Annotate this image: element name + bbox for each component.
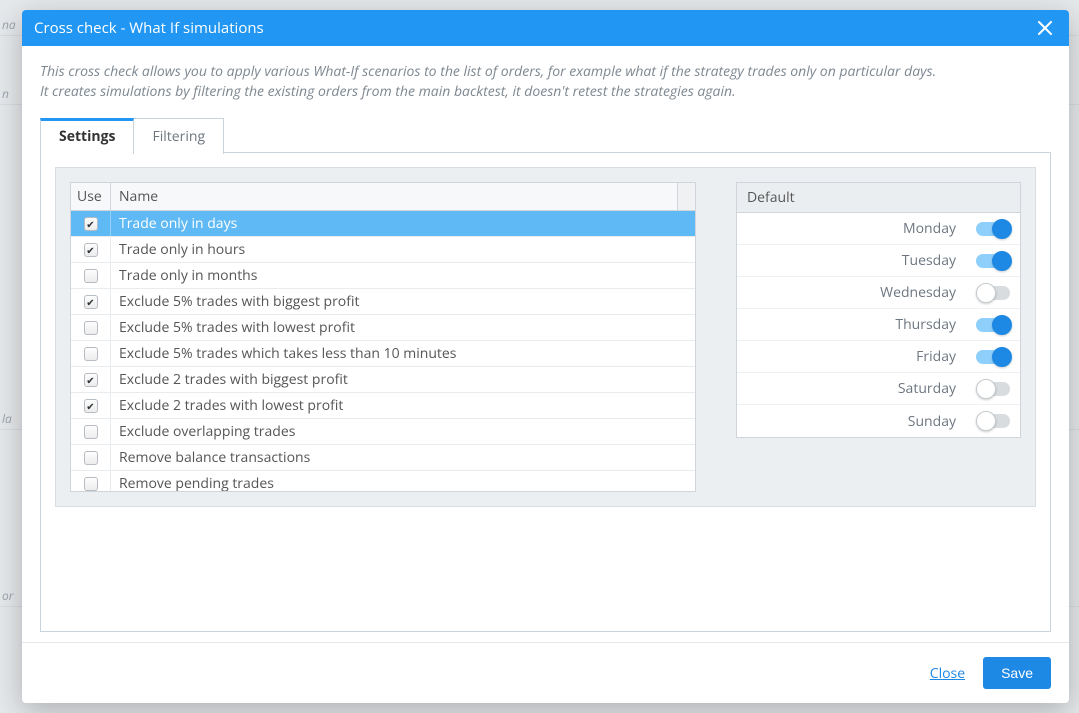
day-row: Monday bbox=[737, 213, 1020, 245]
grid-cell-use bbox=[71, 263, 111, 288]
grid-row[interactable]: Trade only in days bbox=[71, 211, 695, 237]
days-header: Default bbox=[737, 183, 1020, 213]
grid-row[interactable]: Trade only in hours bbox=[71, 237, 695, 263]
grid-row[interactable]: Exclude 5% trades which takes less than … bbox=[71, 341, 695, 367]
grid-row[interactable]: Remove pending trades bbox=[71, 471, 695, 491]
toggle-knob bbox=[992, 251, 1012, 271]
day-toggle[interactable] bbox=[976, 286, 1010, 300]
grid-row[interactable]: Remove balance transactions bbox=[71, 445, 695, 471]
grid-cell-use bbox=[71, 289, 111, 314]
grid-cell-name: Exclude 5% trades with biggest profit bbox=[111, 289, 695, 314]
day-toggle[interactable] bbox=[976, 318, 1010, 332]
day-toggle[interactable] bbox=[976, 254, 1010, 268]
grid-cell-use bbox=[71, 237, 111, 262]
use-checkbox[interactable] bbox=[84, 399, 98, 413]
settings-panel: Use Name Trade only in daysTrade only in… bbox=[40, 152, 1051, 632]
desc-line-1: This cross check allows you to apply var… bbox=[40, 62, 1051, 82]
use-checkbox[interactable] bbox=[84, 347, 98, 361]
grid-row[interactable]: Exclude overlapping trades bbox=[71, 419, 695, 445]
grid-row[interactable]: Exclude 2 trades with lowest profit bbox=[71, 393, 695, 419]
close-button[interactable]: Close bbox=[930, 664, 965, 683]
grid-cell-use bbox=[71, 445, 111, 470]
use-checkbox[interactable] bbox=[84, 477, 98, 491]
toggle-knob bbox=[992, 219, 1012, 239]
use-checkbox[interactable] bbox=[84, 425, 98, 439]
day-toggle[interactable] bbox=[976, 414, 1010, 428]
grid-cell-use bbox=[71, 393, 111, 418]
tab-filtering[interactable]: Filtering bbox=[133, 118, 224, 154]
day-label: Tuesday bbox=[747, 251, 976, 270]
grid-cell-name: Exclude 5% trades which takes less than … bbox=[111, 341, 695, 366]
dialog-header: Cross check - What If simulations bbox=[22, 10, 1069, 46]
grid-cell-name: Remove pending trades bbox=[111, 471, 695, 491]
dialog-footer: Close Save bbox=[22, 642, 1069, 703]
close-icon[interactable] bbox=[1033, 16, 1057, 40]
grid-cell-name: Trade only in days bbox=[111, 211, 695, 236]
desc-line-2: It creates simulations by filtering the … bbox=[40, 82, 1051, 102]
whatif-dialog: Cross check - What If simulations This c… bbox=[22, 10, 1069, 703]
grid-cell-name: Exclude 2 trades with biggest profit bbox=[111, 367, 695, 392]
save-button[interactable]: Save bbox=[983, 657, 1051, 689]
day-toggle[interactable] bbox=[976, 222, 1010, 236]
day-row: Friday bbox=[737, 341, 1020, 373]
day-label: Wednesday bbox=[747, 283, 976, 302]
grid-cell-use bbox=[71, 471, 111, 491]
dialog-title: Cross check - What If simulations bbox=[34, 18, 1033, 38]
use-checkbox[interactable] bbox=[84, 373, 98, 387]
day-row: Saturday bbox=[737, 373, 1020, 405]
grid-cell-name: Trade only in hours bbox=[111, 237, 695, 262]
toggle-knob bbox=[976, 283, 996, 303]
grid-row[interactable]: Exclude 5% trades with biggest profit bbox=[71, 289, 695, 315]
day-row: Thursday bbox=[737, 309, 1020, 341]
use-checkbox[interactable] bbox=[84, 217, 98, 231]
grid-cell-use bbox=[71, 211, 111, 236]
day-row: Wednesday bbox=[737, 277, 1020, 309]
whatif-grid: Use Name Trade only in daysTrade only in… bbox=[70, 182, 696, 492]
grid-cell-name: Exclude 5% trades with lowest profit bbox=[111, 315, 695, 340]
toggle-knob bbox=[976, 411, 996, 431]
use-checkbox[interactable] bbox=[84, 243, 98, 257]
grid-body[interactable]: Trade only in daysTrade only in hoursTra… bbox=[71, 211, 695, 491]
day-label: Thursday bbox=[747, 315, 976, 334]
grid-cell-use bbox=[71, 419, 111, 444]
use-checkbox[interactable] bbox=[84, 321, 98, 335]
grid-cell-name: Remove balance transactions bbox=[111, 445, 695, 470]
grid-cell-use bbox=[71, 367, 111, 392]
toggle-knob bbox=[976, 379, 996, 399]
day-label: Sunday bbox=[747, 412, 976, 431]
day-label: Saturday bbox=[747, 379, 976, 398]
day-toggle[interactable] bbox=[976, 382, 1010, 396]
tab-settings[interactable]: Settings bbox=[40, 118, 134, 154]
day-row: Tuesday bbox=[737, 245, 1020, 277]
toggle-knob bbox=[992, 347, 1012, 367]
grid-scroll-gutter-header bbox=[677, 183, 695, 210]
use-checkbox[interactable] bbox=[84, 269, 98, 283]
day-toggle[interactable] bbox=[976, 350, 1010, 364]
tabs: Settings Filtering bbox=[40, 117, 1051, 153]
day-label: Monday bbox=[747, 219, 976, 238]
day-row: Sunday bbox=[737, 405, 1020, 437]
col-header-use: Use bbox=[71, 183, 111, 210]
grid-cell-use bbox=[71, 341, 111, 366]
col-header-name: Name bbox=[111, 183, 677, 210]
grid-cell-name: Exclude 2 trades with lowest profit bbox=[111, 393, 695, 418]
use-checkbox[interactable] bbox=[84, 295, 98, 309]
use-checkbox[interactable] bbox=[84, 451, 98, 465]
grid-cell-name: Trade only in months bbox=[111, 263, 695, 288]
day-label: Friday bbox=[747, 347, 976, 366]
grid-row[interactable]: Exclude 2 trades with biggest profit bbox=[71, 367, 695, 393]
days-panel: Default Monday Tuesday Wednesday Thursday Fr… bbox=[736, 182, 1021, 438]
dialog-description: This cross check allows you to apply var… bbox=[40, 62, 1051, 101]
settings-inner: Use Name Trade only in daysTrade only in… bbox=[55, 167, 1036, 507]
grid-row[interactable]: Trade only in months bbox=[71, 263, 695, 289]
dialog-body: This cross check allows you to apply var… bbox=[22, 46, 1069, 642]
days-body: Monday Tuesday Wednesday Thursday Friday Satu… bbox=[737, 213, 1020, 437]
grid-header: Use Name bbox=[71, 183, 695, 211]
grid-cell-name: Exclude overlapping trades bbox=[111, 419, 695, 444]
toggle-knob bbox=[992, 315, 1012, 335]
grid-cell-use bbox=[71, 315, 111, 340]
grid-row[interactable]: Exclude 5% trades with lowest profit bbox=[71, 315, 695, 341]
